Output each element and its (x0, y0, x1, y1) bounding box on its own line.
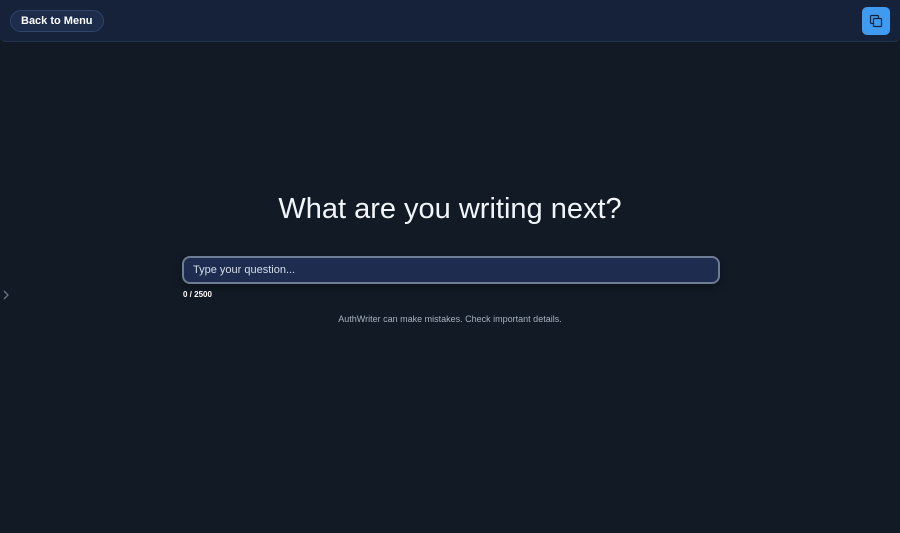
question-input[interactable] (184, 258, 718, 282)
character-counter: 0 / 2500 (183, 290, 212, 299)
page-heading: What are you writing next? (278, 193, 622, 225)
top-bar: Back to Menu (0, 0, 900, 42)
new-window-button[interactable] (862, 7, 890, 35)
sidebar-toggle[interactable] (0, 60, 12, 530)
chevron-right-icon (3, 290, 9, 300)
question-input-box[interactable] (182, 256, 720, 284)
back-to-menu-button[interactable]: Back to Menu (10, 10, 104, 32)
disclaimer-text: AuthWriter can make mistakes. Check impo… (338, 314, 562, 324)
copy-windows-icon (869, 14, 883, 28)
